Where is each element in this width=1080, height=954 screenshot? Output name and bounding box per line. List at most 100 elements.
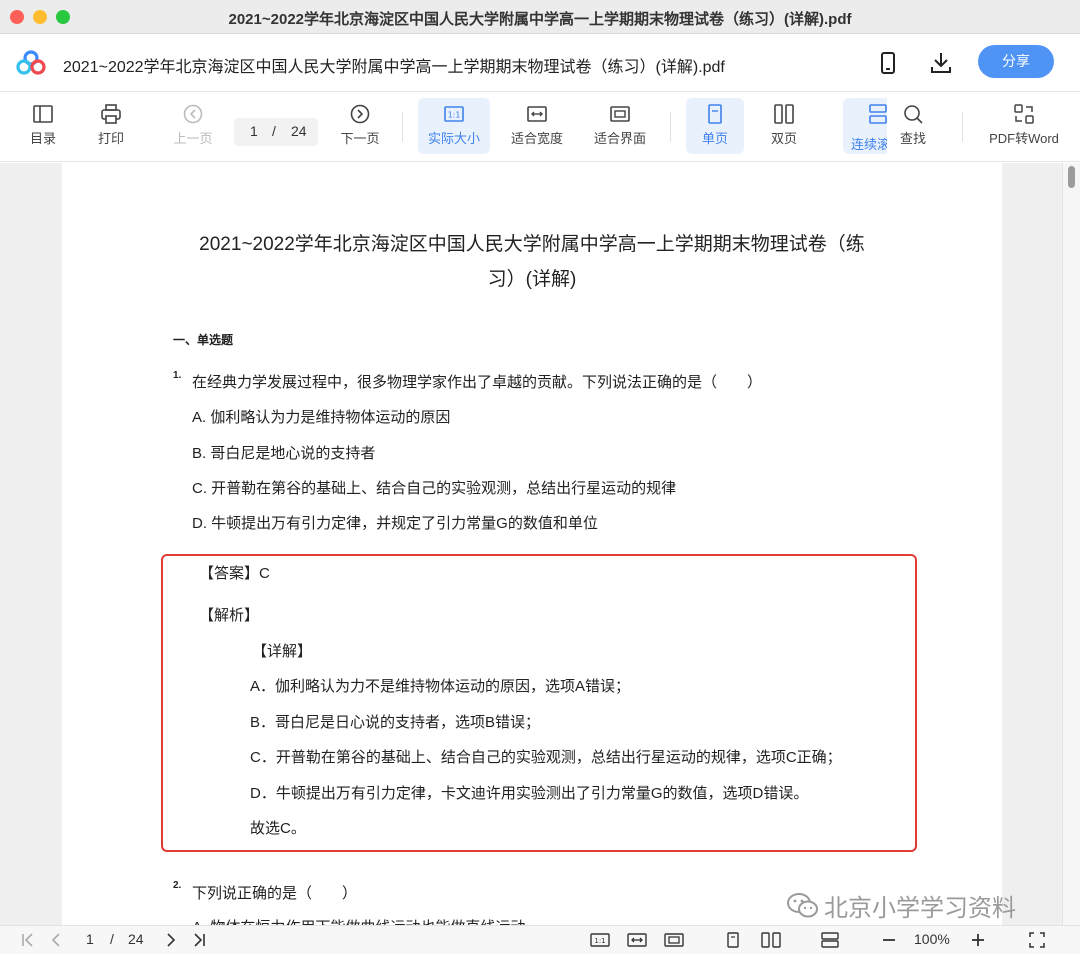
single-page-icon[interactable] [725, 932, 741, 948]
logo-icon [16, 50, 46, 75]
single-page-button[interactable]: 单页 [686, 98, 744, 154]
svg-text:1:1: 1:1 [594, 937, 605, 945]
next-page-label: 下一页 [340, 131, 380, 146]
fit-page-icon[interactable] [664, 932, 684, 948]
svg-text:1:1: 1:1 [448, 111, 461, 120]
option-d: D. 牛顿提出万有引力定律，并规定了引力常量G的数值和单位 [192, 515, 598, 532]
watermark: 北京小学学习资料 [786, 888, 1016, 923]
zoom-out-icon[interactable] [881, 932, 897, 948]
download-icon[interactable] [928, 50, 954, 76]
find-label: 查找 [899, 131, 926, 146]
document-title: 2021~2022学年北京海淀区中国人民大学附属中学高一上学期期末物理试卷（练习… [63, 59, 725, 76]
toolbar: 目录 打印 上一页 1 / 24 下一页 1:1 实际大小 适合宽度 适合界面 … [0, 92, 1080, 162]
question-number: 2. [173, 880, 182, 891]
single-page-label: 单页 [701, 131, 728, 146]
app-header: 2021~2022学年北京海淀区中国人民大学附属中学高一上学期期末物理试卷（练习… [0, 34, 1080, 92]
toolbar-divider [962, 112, 963, 142]
print-button[interactable]: 打印 [88, 98, 134, 154]
fit-page-label: 适合界面 [593, 131, 646, 146]
next-page-button[interactable]: 下一页 [334, 98, 386, 154]
zoom-in-icon[interactable] [970, 932, 986, 948]
question-stem: 下列说正确的是（ ） [192, 885, 358, 902]
explanation-b: B．哥白尼是日心说的支持者，选项B错误； [250, 714, 541, 731]
double-page-icon[interactable] [761, 932, 781, 948]
toolbar-divider [402, 112, 403, 142]
actual-size-button[interactable]: 1:1 实际大小 [418, 98, 490, 154]
answer-highlight-box [161, 554, 917, 852]
question-number: 1. [173, 370, 182, 381]
fullscreen-icon[interactable] [1029, 932, 1045, 948]
bottom-page-current[interactable]: 1 [86, 931, 94, 947]
explanation-d: D．牛顿提出万有引力定律，卡文迪许用实验测出了引力常量G的数值，选项D错误。 [250, 785, 809, 802]
fit-page-icon [610, 106, 630, 122]
find-button[interactable]: 查找 [890, 98, 936, 154]
page-separator: / [272, 123, 276, 139]
bottom-status-bar: 1 / 24 1:1 100% [0, 925, 1080, 954]
prev-page-button[interactable]: 上一页 [166, 98, 220, 154]
option-b: B. 哥白尼是地心说的支持者 [192, 445, 376, 462]
continuous-scroll-icon[interactable] [820, 932, 840, 948]
section-heading: 一、单选题 [173, 333, 234, 347]
actual-size-icon[interactable]: 1:1 [590, 932, 610, 948]
bottom-page-separator: / [110, 931, 114, 947]
chevron-left-circle-icon [183, 104, 203, 124]
option-a-partial: A. 物体在恒力作用下能做曲线运动也能做直线运动 [192, 916, 525, 925]
pdf-to-word-button[interactable]: PDF转Word [982, 98, 1066, 154]
page-number-box[interactable]: 1 / 24 [234, 118, 318, 146]
option-c: C. 开普勒在第谷的基础上、结合自己的实验观测，总结出行星运动的规律 [192, 480, 677, 497]
zoom-level[interactable]: 100% [914, 931, 950, 947]
wechat-icon [787, 893, 818, 918]
double-page-button[interactable]: 双页 [758, 98, 810, 154]
single-page-icon [708, 104, 722, 124]
fit-page-button[interactable]: 适合界面 [587, 98, 653, 154]
print-label: 打印 [97, 131, 124, 146]
toc-label: 目录 [29, 131, 56, 146]
fit-width-label: 适合宽度 [510, 131, 563, 146]
page-current: 1 [250, 123, 258, 139]
share-button[interactable]: 分享 [978, 45, 1054, 78]
fit-width-icon[interactable] [627, 932, 647, 948]
double-page-icon [774, 104, 794, 124]
answer-line: 【答案】C [199, 565, 270, 582]
watermark-text: 北京小学学习资料 [824, 895, 1016, 922]
analysis-heading: 【解析】 [199, 607, 260, 624]
document-viewer[interactable]: 2021~2022学年北京海淀区中国人民大学附属中学高一上学期期末物理试卷（练 … [0, 163, 1080, 925]
chevron-left-icon[interactable] [48, 932, 64, 948]
scrollbar-thumb[interactable] [1068, 166, 1075, 188]
pdf-to-word-label: PDF转Word [989, 131, 1059, 146]
toolbar-divider [670, 112, 671, 142]
phone-icon[interactable] [875, 50, 901, 76]
prev-page-label: 上一页 [173, 131, 213, 146]
chevron-right-circle-icon [350, 104, 370, 124]
title-bar: 2021~2022学年北京海淀区中国人民大学附属中学高一上学期期末物理试卷（练习… [0, 0, 1080, 34]
last-page-icon[interactable] [191, 932, 207, 948]
option-a: A. 伽利略认为力是维持物体运动的原因 [192, 409, 451, 426]
detail-heading: 【详解】 [252, 643, 313, 660]
chevron-right-icon[interactable] [163, 932, 179, 948]
heading-line-2: 习）(详解) [487, 269, 577, 290]
actual-size-icon: 1:1 [444, 106, 464, 122]
continuous-scroll-label: 连续滚 [851, 137, 887, 152]
heading-line-1: 2021~2022学年北京海淀区中国人民大学附属中学高一上学期期末物理试卷（练 [199, 234, 865, 255]
search-icon [904, 105, 923, 124]
vertical-scrollbar[interactable] [1062, 163, 1080, 925]
convert-icon [1014, 104, 1034, 124]
question-stem: 在经典力学发展过程中，很多物理学家作出了卓越的贡献。下列说法正确的是（ ） [192, 374, 763, 391]
double-page-label: 双页 [770, 131, 797, 146]
toc-button[interactable]: 目录 [20, 98, 66, 154]
first-page-icon[interactable] [20, 932, 36, 948]
document-heading: 2021~2022学年北京海淀区中国人民大学附属中学高一上学期期末物理试卷（练 … [172, 227, 892, 297]
bottom-page-total: 24 [128, 931, 144, 947]
page-total: 24 [291, 123, 307, 139]
conclusion: 故选C。 [250, 820, 306, 837]
explanation-c: C．开普勒在第谷的基础上、结合自己的实验观测，总结出行星运动的规律，选项C正确； [250, 749, 842, 766]
continuous-scroll-button[interactable]: 连续滚 [843, 98, 887, 154]
printer-icon [101, 104, 121, 124]
toc-icon [33, 105, 53, 123]
actual-size-label: 实际大小 [427, 131, 480, 146]
fit-width-button[interactable]: 适合宽度 [504, 98, 570, 154]
pdf-page: 2021~2022学年北京海淀区中国人民大学附属中学高一上学期期末物理试卷（练 … [62, 163, 1002, 925]
explanation-a: A．伽利略认为力不是维持物体运动的原因，选项A错误； [250, 678, 631, 695]
window-title: 2021~2022学年北京海淀区中国人民大学附属中学高一上学期期末物理试卷（练习… [228, 11, 852, 28]
fit-width-icon [527, 106, 547, 122]
